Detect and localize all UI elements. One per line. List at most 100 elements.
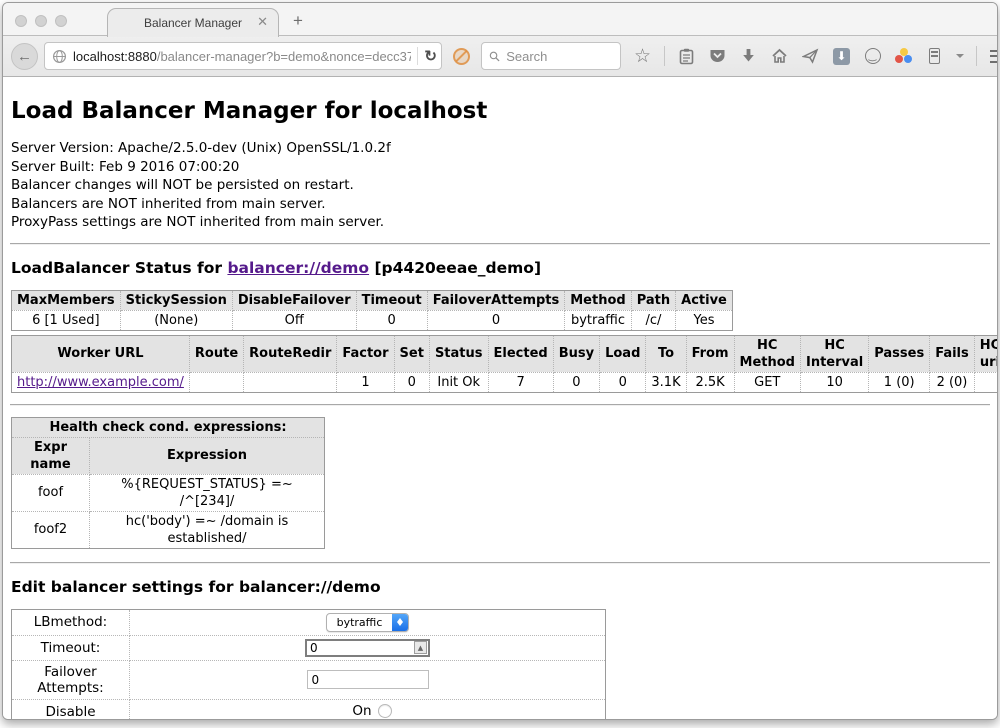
- failover-row: Failover Attempts:: [12, 660, 606, 699]
- cell-hc-interval: 10: [800, 372, 868, 392]
- bookmark-star-icon[interactable]: ☆: [633, 47, 652, 66]
- cell-passes: 1 (0): [869, 372, 930, 392]
- container-icon[interactable]: [925, 47, 944, 66]
- health-row-foof2: foof2 hc('body') =~ /domain is establish…: [12, 511, 325, 548]
- page-title: Load Balancer Manager for localhost: [11, 98, 989, 124]
- search-input[interactable]: [506, 49, 613, 64]
- status-heading-prefix: LoadBalancer Status for: [11, 259, 227, 277]
- worker-url-link[interactable]: http://www.example.com/: [17, 375, 184, 390]
- cell-path: /c/: [631, 310, 675, 330]
- cell-routeredir: [244, 372, 337, 392]
- feedback-smiley-icon[interactable]: ‿: [863, 47, 882, 66]
- cell-factor: 1: [337, 372, 394, 392]
- col-worker-url: Worker URL: [12, 335, 190, 372]
- server-version-line: Server Version: Apache/2.5.0-dev (Unix) …: [11, 139, 989, 158]
- cell-fails: 2 (0): [930, 372, 975, 392]
- col-to: To: [646, 335, 686, 372]
- cell-expr-name: foof: [12, 474, 90, 511]
- downloads-icon[interactable]: [739, 47, 758, 66]
- col-stickysession: StickySession: [120, 290, 232, 310]
- disable-failover-row: Disable Failover: On Off: [12, 699, 606, 719]
- new-tab-button[interactable]: +: [293, 11, 303, 31]
- navigation-toolbar: ← localhost:8880/balancer-manager?b=demo…: [3, 36, 997, 77]
- health-caption-row: Health check cond. expressions:: [12, 417, 325, 437]
- tab-close-icon[interactable]: ✕: [257, 15, 268, 29]
- cell-stickysession: (None): [120, 310, 232, 330]
- failover-input[interactable]: [307, 670, 429, 689]
- toolbar-divider: [664, 46, 665, 66]
- search-bar[interactable]: [481, 42, 621, 70]
- reload-button[interactable]: ↻: [424, 47, 437, 65]
- col-active: Active: [676, 290, 733, 310]
- section-divider: [10, 243, 990, 245]
- server-built-line: Server Built: Feb 9 2016 07:00:20: [11, 158, 989, 177]
- failover-on-radio[interactable]: [378, 704, 392, 718]
- cell-worker-url: http://www.example.com/: [12, 372, 190, 392]
- col-maxmembers: MaxMembers: [12, 290, 121, 310]
- smiley-face-icon: ‿: [865, 48, 881, 64]
- col-set: Set: [394, 335, 429, 372]
- edit-balancer-form: LBmethod: bytraffic Timeout: ▲: [11, 609, 606, 719]
- url-host: localhost:8880: [73, 49, 157, 64]
- pocket-icon[interactable]: [708, 47, 727, 66]
- url-bar[interactable]: localhost:8880/balancer-manager?b=demo&n…: [44, 42, 442, 70]
- cell-status: Init Ok: [429, 372, 488, 392]
- cell-disablefailover: Off: [232, 310, 356, 330]
- health-header-row: Expr name Expression: [12, 437, 325, 474]
- back-button[interactable]: ←: [11, 43, 38, 70]
- col-status: Status: [429, 335, 488, 372]
- col-disablefailover: DisableFailover: [232, 290, 356, 310]
- col-route: Route: [189, 335, 243, 372]
- window-minimize-button[interactable]: [35, 15, 47, 27]
- status-heading-suffix: [p4420eeae_demo]: [369, 259, 541, 277]
- proxypass-notice-line: ProxyPass settings are NOT inherited fro…: [11, 213, 989, 232]
- timeout-row: Timeout: ▲: [12, 635, 606, 660]
- col-expr-name: Expr name: [12, 437, 90, 474]
- clipboard-icon[interactable]: [677, 47, 696, 66]
- window-close-button[interactable]: [15, 15, 27, 27]
- tab-strip: Balancer Manager ✕ +: [3, 3, 997, 36]
- lbmethod-select[interactable]: bytraffic: [326, 613, 410, 632]
- worker-table: Worker URL Route RouteRedir Factor Set S…: [11, 335, 997, 393]
- cell-method: bytraffic: [565, 310, 631, 330]
- send-page-icon[interactable]: [801, 47, 820, 66]
- edit-heading: Edit balancer settings for balancer://de…: [11, 578, 989, 596]
- overflow-caret-icon[interactable]: [956, 54, 964, 62]
- window-zoom-button[interactable]: [55, 15, 67, 27]
- col-hc-interval: HC Interval: [800, 335, 868, 372]
- timeout-input-wrap: ▲: [305, 639, 430, 657]
- health-row-foof: foof %{REQUEST_STATUS} =~ /^[234]/: [12, 474, 325, 511]
- col-from: From: [686, 335, 734, 372]
- tab-title: Balancer Manager: [144, 16, 242, 30]
- health-check-table: Health check cond. expressions: Expr nam…: [11, 417, 325, 549]
- number-spinner-icon[interactable]: ▲: [414, 641, 427, 654]
- section-divider-2: [10, 404, 990, 406]
- home-icon[interactable]: [770, 47, 789, 66]
- cell-expression: hc('body') =~ /domain is established/: [90, 511, 325, 548]
- worker-data-row: http://www.example.com/ 1 0 Init Ok 7 0 …: [12, 372, 998, 392]
- cell-hc-uri: [974, 372, 997, 392]
- downloadhelper-icon[interactable]: [894, 47, 913, 66]
- col-failoverattempts: FailoverAttempts: [427, 290, 565, 310]
- balancer-data-row: 6 [1 Used] (None) Off 0 0 bytraffic /c/ …: [12, 310, 733, 330]
- url-text[interactable]: localhost:8880/balancer-manager?b=demo&n…: [73, 49, 411, 64]
- radio-on-label: On: [344, 703, 372, 719]
- timeout-input[interactable]: [307, 641, 414, 655]
- cell-expression: %{REQUEST_STATUS} =~ /^[234]/: [90, 474, 325, 511]
- col-factor: Factor: [337, 335, 394, 372]
- extension-download-icon[interactable]: ⬇: [832, 47, 851, 66]
- disable-failover-label: Disable Failover:: [12, 699, 130, 719]
- balancer-link[interactable]: balancer://demo: [227, 259, 369, 277]
- lbmethod-selected-value: bytraffic: [327, 614, 393, 631]
- col-method: Method: [565, 290, 631, 310]
- cell-to: 3.1K: [646, 372, 686, 392]
- col-busy: Busy: [553, 335, 599, 372]
- menu-hamburger-icon[interactable]: [989, 47, 998, 66]
- cell-elected: 7: [488, 372, 553, 392]
- select-stepper-icon: [392, 614, 408, 631]
- col-path: Path: [631, 290, 675, 310]
- status-heading: LoadBalancer Status for balancer://demo …: [11, 259, 989, 277]
- tab-balancer-manager[interactable]: Balancer Manager ✕: [107, 8, 279, 37]
- col-routeredir: RouteRedir: [244, 335, 337, 372]
- content-blocked-icon[interactable]: [453, 48, 470, 65]
